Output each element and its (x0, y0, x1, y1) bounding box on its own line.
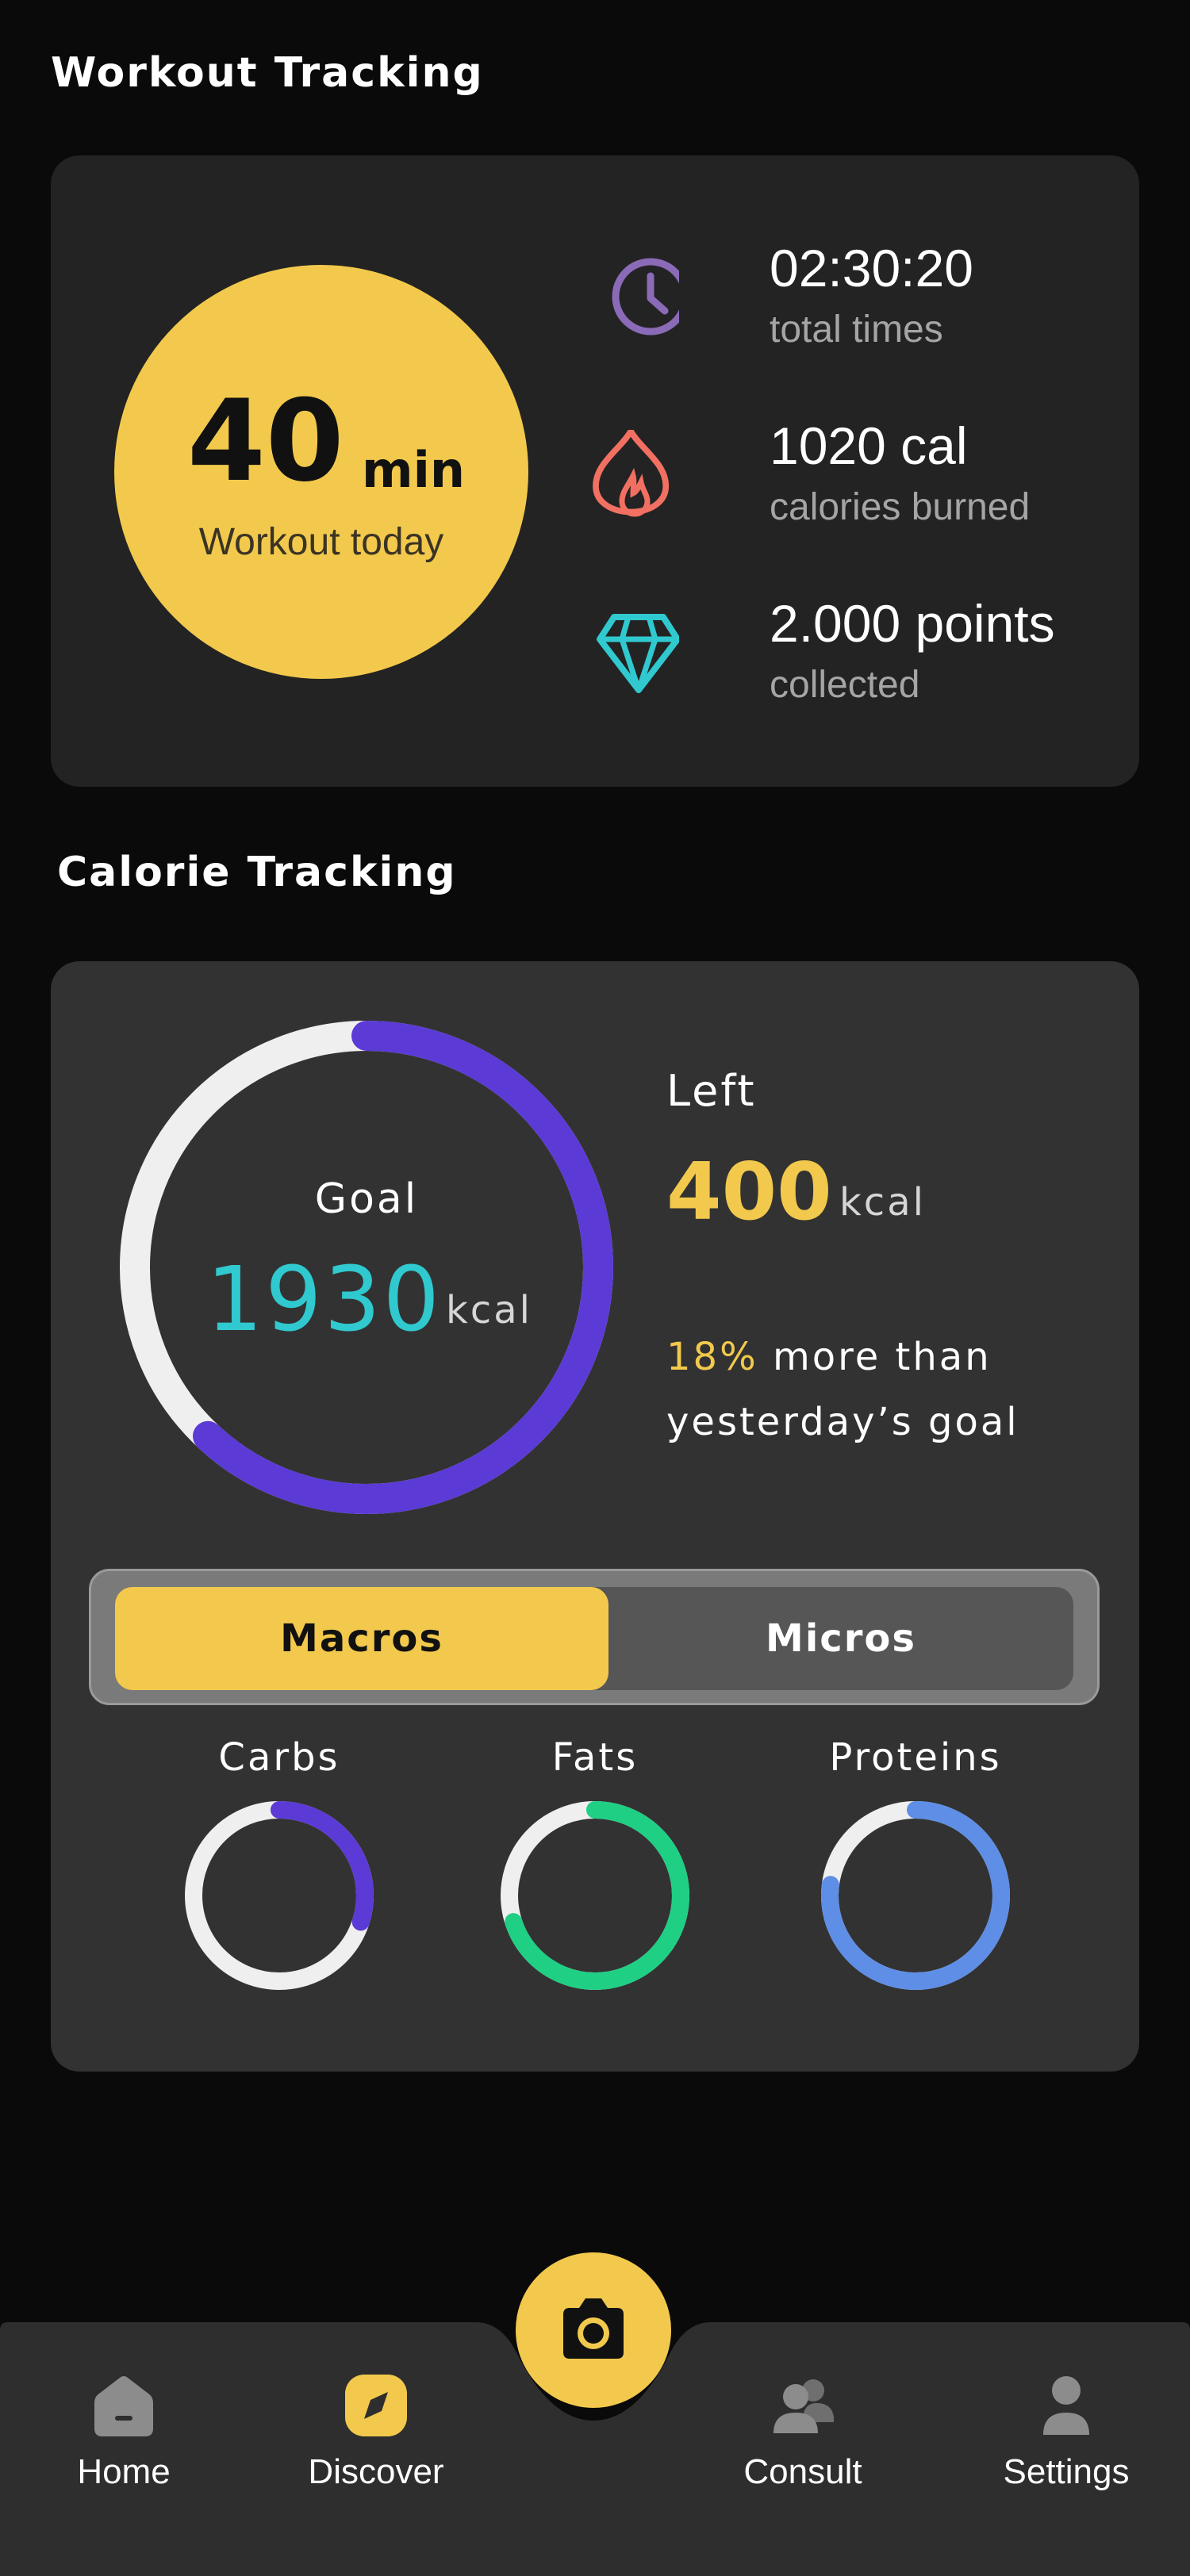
macro-proteins-ring (821, 1801, 1010, 1990)
users-icon (774, 2379, 834, 2433)
camera-button[interactable] (516, 2252, 671, 2408)
macro-proteins[interactable]: Proteins (804, 1735, 1027, 1990)
stat-points: 2.000 points collected (590, 593, 1098, 712)
goal-value: 1930 (206, 1248, 443, 1351)
flame-icon (593, 430, 670, 517)
workout-minutes-unit: min (362, 441, 465, 499)
tab-micros[interactable]: Micros (608, 1587, 1073, 1690)
stat-total-time-label: total times (770, 309, 943, 351)
macro-fats-ring (501, 1801, 689, 1990)
stat-points-value: 2.000 points (770, 594, 1055, 653)
stat-calories: 1020 cal calories burned (590, 416, 1098, 535)
nav-item-consult-label: Consult (743, 2452, 862, 2491)
comparison-percent: 18% (666, 1335, 758, 1379)
nav-item-home[interactable]: Home (21, 2371, 227, 2492)
bottom-nav: Home Discover Consult Settings (0, 2237, 1190, 2576)
macro-proteins-label: Proteins (829, 1735, 1002, 1780)
nav-item-discover-label: Discover (308, 2452, 444, 2491)
diamond-icon (597, 614, 679, 693)
home-icon (94, 2376, 153, 2436)
stat-total-time: 02:30:20 total times (590, 238, 1098, 357)
workout-section-title: Workout Tracking (51, 49, 484, 97)
nav-item-discover[interactable]: Discover (273, 2371, 479, 2492)
clock-icon (612, 258, 679, 335)
workout-minutes-caption: Workout today (198, 521, 444, 563)
goal-comparison: 18% more than yesterday’s goal (666, 1324, 1111, 1455)
tab-macros[interactable]: Macros (115, 1587, 608, 1690)
goal-label: Goal (314, 1175, 419, 1223)
left-value: 400 (666, 1145, 832, 1238)
nav-item-settings-label: Settings (1003, 2452, 1130, 2491)
stat-calories-value: 1020 cal (770, 416, 968, 475)
camera-icon (563, 2298, 624, 2359)
workout-card: 40 min Workout today 02:30:20 total time… (51, 155, 1139, 787)
macro-carbs-label: Carbs (218, 1735, 340, 1780)
calorie-section-title: Calorie Tracking (57, 849, 457, 896)
workout-minutes-value: 40 (187, 376, 344, 507)
stat-points-label: collected (770, 664, 920, 706)
macro-carbs[interactable]: Carbs (168, 1735, 390, 1990)
user-icon (1043, 2376, 1089, 2435)
stat-calories-label: calories burned (770, 486, 1031, 528)
nav-item-consult[interactable]: Consult (700, 2371, 906, 2492)
nav-item-settings[interactable]: Settings (963, 2371, 1169, 2492)
nav-item-home-label: Home (77, 2452, 171, 2491)
calorie-card: Goal 1930 kcal Left 400 kcal 18% more th… (51, 961, 1139, 2072)
goal-unit: kcal (446, 1288, 532, 1332)
left-label: Left (666, 1066, 757, 1116)
macros-micros-toggle: Macros Micros (89, 1569, 1100, 1705)
stat-total-time-value: 02:30:20 (770, 239, 973, 297)
macro-fats-label: Fats (551, 1735, 639, 1780)
macro-carbs-ring (185, 1801, 374, 1990)
workout-minutes-circle[interactable]: 40 min Workout today (114, 265, 528, 679)
compass-icon (345, 2375, 407, 2436)
macro-fats[interactable]: Fats (484, 1735, 706, 1990)
left-unit: kcal (839, 1180, 926, 1225)
